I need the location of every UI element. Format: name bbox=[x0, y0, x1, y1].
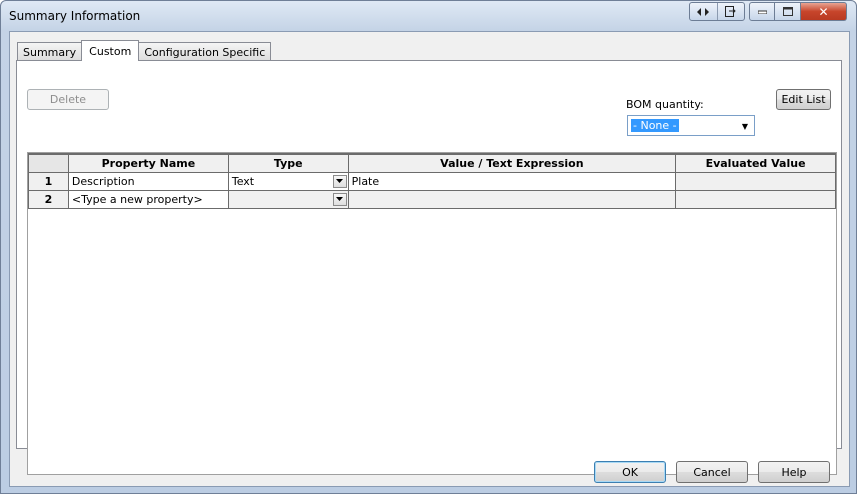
cancel-button[interactable]: Cancel bbox=[676, 461, 748, 483]
table-row: 1 Description Text Plate bbox=[28, 171, 836, 191]
delete-button[interactable]: Delete bbox=[27, 89, 109, 110]
window-title: Summary Information bbox=[9, 9, 141, 23]
grid-corner-cell[interactable] bbox=[28, 153, 69, 173]
caption-buttons: ✕ bbox=[749, 2, 847, 21]
chevron-down-icon bbox=[336, 197, 344, 201]
close-button[interactable]: ✕ bbox=[801, 2, 847, 21]
chevron-down-icon bbox=[336, 179, 344, 183]
evaluated-value-cell bbox=[675, 189, 836, 209]
evaluated-value-cell bbox=[675, 171, 836, 191]
summary-information-dialog: Summary Information ✕ Summary Custom Con… bbox=[0, 0, 857, 494]
bom-quantity-value: - None - bbox=[631, 119, 679, 132]
type-cell[interactable]: Text bbox=[227, 171, 349, 191]
header-row: Property Name Type Value / Text Expressi… bbox=[28, 153, 836, 173]
custom-tab-panel: Delete BOM quantity: - None - ▼ Edit Lis… bbox=[16, 60, 842, 475]
bom-quantity-label: BOM quantity: bbox=[626, 98, 704, 111]
column-header-value[interactable]: Value / Text Expression bbox=[347, 153, 677, 173]
column-header-property-name[interactable]: Property Name bbox=[67, 153, 229, 173]
type-dropdown-button[interactable] bbox=[332, 174, 347, 188]
row-number[interactable]: 2 bbox=[28, 189, 69, 209]
custom-properties-grid[interactable]: Property Name Type Value / Text Expressi… bbox=[27, 152, 837, 475]
tab-configuration-specific[interactable]: Configuration Specific bbox=[138, 42, 272, 61]
value-expression-cell[interactable] bbox=[347, 189, 677, 209]
column-header-evaluated-value[interactable]: Evaluated Value bbox=[675, 153, 836, 173]
minimize-button[interactable] bbox=[749, 2, 775, 21]
type-cell[interactable] bbox=[227, 189, 349, 209]
edit-list-button[interactable]: Edit List bbox=[776, 89, 831, 110]
properties-table: Property Name Type Value / Text Expressi… bbox=[28, 153, 836, 209]
close-icon: ✕ bbox=[818, 4, 829, 19]
help-button[interactable]: Help bbox=[758, 461, 830, 483]
type-value: Text bbox=[231, 174, 255, 188]
export-icon[interactable] bbox=[716, 3, 745, 20]
dialog-client-area: Summary Custom Configuration Specific De… bbox=[9, 31, 850, 487]
ok-button[interactable]: OK bbox=[594, 461, 666, 483]
tab-summary[interactable]: Summary bbox=[17, 42, 83, 61]
value-expression-cell[interactable]: Plate bbox=[347, 171, 677, 191]
property-name-cell[interactable]: Description bbox=[67, 171, 229, 191]
tab-strip: Summary Custom Configuration Specific bbox=[17, 39, 272, 61]
table-row: 2 <Type a new property> bbox=[28, 189, 836, 209]
bom-quantity-select[interactable]: - None - ▼ bbox=[627, 115, 755, 136]
type-dropdown-button[interactable] bbox=[332, 192, 347, 206]
column-header-type[interactable]: Type bbox=[227, 153, 349, 173]
row-number[interactable]: 1 bbox=[28, 171, 69, 191]
maximize-button[interactable] bbox=[775, 2, 801, 21]
caption-extra-buttons bbox=[689, 2, 745, 21]
chevron-down-icon: ▼ bbox=[741, 121, 749, 131]
left-right-arrows-icon[interactable] bbox=[690, 3, 717, 20]
new-property-name-cell[interactable]: <Type a new property> bbox=[67, 189, 229, 209]
tab-custom[interactable]: Custom bbox=[81, 40, 140, 61]
